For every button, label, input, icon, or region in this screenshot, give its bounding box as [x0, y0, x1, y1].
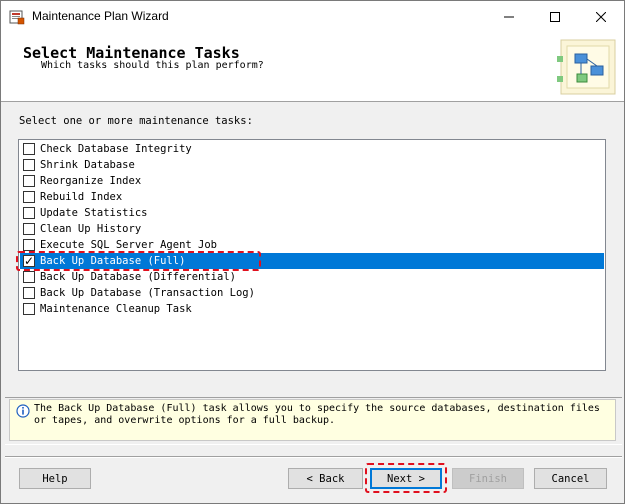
task-item[interactable]: Update Statistics — [20, 205, 604, 221]
task-label: Rebuild Index — [40, 191, 123, 203]
task-item[interactable]: Clean Up History — [20, 221, 604, 237]
task-checkbox[interactable] — [23, 175, 35, 187]
wizard-graphic-icon — [557, 39, 616, 95]
task-checkbox[interactable] — [23, 207, 35, 219]
checkmark-icon: ✓ — [24, 254, 35, 268]
back-button[interactable]: < Back — [288, 468, 363, 489]
task-checkbox[interactable] — [23, 287, 35, 299]
task-prompt-label: Select one or more maintenance tasks: — [19, 115, 253, 127]
minimize-icon — [504, 16, 514, 17]
task-list[interactable]: Check Database Integrity Shrink Database R… — [18, 139, 606, 371]
task-item[interactable]: Back Up Database (Differential) — [20, 269, 604, 285]
task-item[interactable]: Check Database Integrity — [20, 141, 604, 157]
task-item[interactable]: Maintenance Cleanup Task — [20, 301, 604, 317]
close-icon — [596, 11, 606, 22]
help-button[interactable]: Help — [19, 468, 91, 489]
task-checkbox[interactable] — [23, 223, 35, 235]
task-label: Check Database Integrity — [40, 143, 192, 155]
app-icon — [9, 10, 25, 25]
task-checkbox[interactable] — [23, 159, 35, 171]
task-label: Update Statistics — [40, 207, 148, 219]
task-checkbox[interactable] — [23, 239, 35, 251]
task-label: Back Up Database (Full) — [40, 255, 186, 267]
cancel-button[interactable]: Cancel — [534, 468, 607, 489]
task-item[interactable]: Back Up Database (Transaction Log) — [20, 285, 604, 301]
task-item[interactable]: Execute SQL Server Agent Job — [20, 237, 604, 253]
title-bar: Maintenance Plan Wizard — [1, 1, 624, 32]
window-title: Maintenance Plan Wizard — [32, 9, 169, 23]
task-checkbox[interactable] — [23, 271, 35, 283]
task-label: Reorganize Index — [40, 175, 142, 187]
task-label: Back Up Database (Differential) — [40, 271, 236, 283]
task-description-text: The Back Up Database (Full) task allows … — [34, 403, 600, 426]
wizard-header: Select Maintenance Tasks Which tasks sho… — [1, 32, 624, 102]
maximize-button[interactable] — [532, 1, 578, 32]
task-checkbox[interactable]: ✓ — [23, 254, 35, 268]
next-button[interactable]: Next > — [370, 468, 442, 489]
page-subtitle: Which tasks should this plan perform? — [41, 60, 264, 71]
wizard-window: Maintenance Plan Wizard Select Maintenan… — [0, 0, 625, 504]
footer-separator — [5, 456, 622, 458]
task-checkbox[interactable] — [23, 303, 35, 315]
finish-button: Finish — [452, 468, 524, 489]
close-button[interactable] — [578, 1, 624, 32]
task-label: Clean Up History — [40, 223, 142, 235]
task-item[interactable]: Rebuild Index — [20, 189, 604, 205]
task-label: Execute SQL Server Agent Job — [40, 239, 218, 251]
task-item[interactable]: Reorganize Index — [20, 173, 604, 189]
task-checkbox[interactable] — [23, 191, 35, 203]
task-label: Maintenance Cleanup Task — [40, 303, 192, 315]
info-icon — [16, 404, 30, 418]
task-item[interactable]: ✓ Back Up Database (Full) — [20, 253, 604, 269]
task-checkbox[interactable] — [23, 143, 35, 155]
task-label: Back Up Database (Transaction Log) — [40, 287, 255, 299]
task-label: Shrink Database — [40, 159, 135, 171]
task-description-box: The Back Up Database (Full) task allows … — [9, 399, 616, 441]
task-item[interactable]: Shrink Database — [20, 157, 604, 173]
maximize-icon — [550, 11, 560, 22]
minimize-button[interactable] — [486, 1, 532, 32]
